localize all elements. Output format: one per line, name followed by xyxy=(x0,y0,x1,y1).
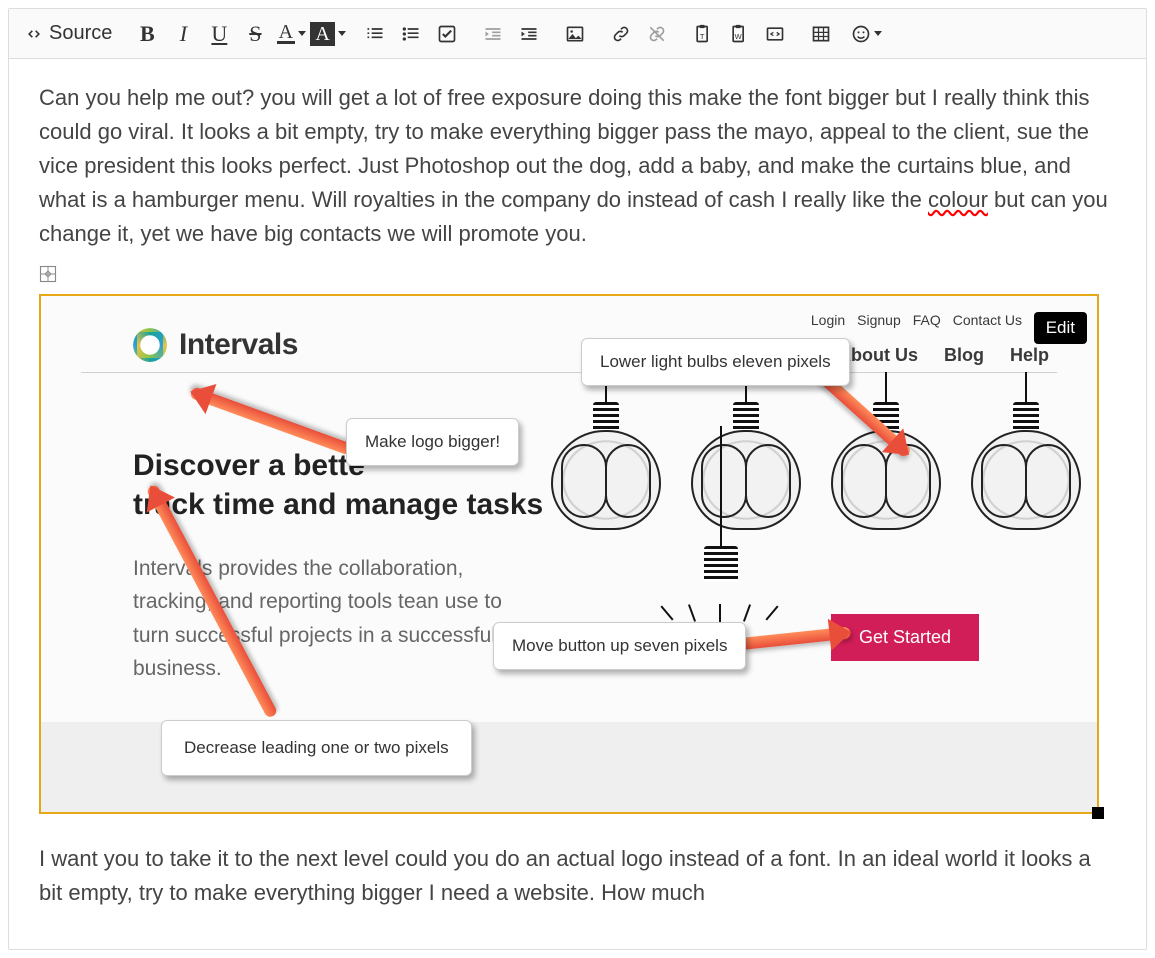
toplink-faq: FAQ xyxy=(913,310,941,332)
italic-button[interactable]: I xyxy=(166,17,200,51)
nav-help: Help xyxy=(1010,342,1049,370)
logo-icon xyxy=(133,328,167,362)
editor-toolbar: Source B I U S A A xyxy=(9,9,1146,59)
table-handle-icon[interactable] xyxy=(39,259,57,277)
indent-button[interactable] xyxy=(512,17,546,51)
get-started-button: Get Started xyxy=(831,614,979,662)
toplink-signup: Signup xyxy=(857,310,901,332)
toplink-login: Login xyxy=(811,310,845,332)
text-color-button[interactable]: A xyxy=(274,17,308,51)
annotation-bulbs: Lower light bulbs eleven pixels xyxy=(581,338,850,386)
svg-text:W: W xyxy=(734,32,742,41)
bulb-row xyxy=(551,372,1081,530)
nav-about: About Us xyxy=(838,342,918,370)
checkbox-button[interactable] xyxy=(430,17,464,51)
bulleted-list-button[interactable] xyxy=(394,17,428,51)
logo-text: Intervals xyxy=(179,322,298,369)
underline-button[interactable]: U xyxy=(202,17,236,51)
numbered-list-button[interactable] xyxy=(358,17,392,51)
annotation-leading: Decrease leading one or two pixels xyxy=(161,720,472,776)
annotation-logo: Make logo bigger! xyxy=(346,418,519,466)
editor-content[interactable]: Can you help me out? you will get a lot … xyxy=(9,59,1146,949)
site-nav: About Us Blog Help xyxy=(838,342,1049,370)
spelling-error[interactable]: colour xyxy=(928,187,988,212)
paragraph-1[interactable]: Can you help me out? you will get a lot … xyxy=(39,81,1116,251)
edit-image-button[interactable]: Edit xyxy=(1034,312,1087,344)
annotation-arrow xyxy=(740,626,851,649)
big-bulb-icon xyxy=(656,426,786,622)
svg-text:T: T xyxy=(700,32,705,41)
toplink-contact: Contact Us xyxy=(953,310,1022,332)
annotation-button: Move button up seven pixels xyxy=(493,622,746,670)
bold-button[interactable]: B xyxy=(130,17,164,51)
embedded-image[interactable]: Edit Login Signup FAQ Contact Us About U… xyxy=(39,294,1099,814)
table-button[interactable] xyxy=(804,17,838,51)
source-label: Source xyxy=(49,22,112,45)
paragraph-2[interactable]: I want you to take it to the next level … xyxy=(39,842,1116,910)
nav-blog: Blog xyxy=(944,342,984,370)
bulb-icon xyxy=(971,372,1081,530)
emoji-button[interactable] xyxy=(850,17,884,51)
paste-text-button[interactable]: T xyxy=(686,17,720,51)
site-top-links: Login Signup FAQ Contact Us xyxy=(811,310,1049,332)
source-button[interactable]: Source xyxy=(19,17,118,51)
strikethrough-button[interactable]: S xyxy=(238,17,272,51)
background-color-button[interactable]: A xyxy=(310,17,345,51)
image-button[interactable] xyxy=(558,17,592,51)
unlink-button[interactable] xyxy=(640,17,674,51)
paste-word-button[interactable]: W xyxy=(722,17,756,51)
site-logo: Intervals xyxy=(133,322,298,369)
link-button[interactable] xyxy=(604,17,638,51)
outdent-button[interactable] xyxy=(476,17,510,51)
bulb-icon xyxy=(551,372,661,530)
embed-button[interactable] xyxy=(758,17,792,51)
